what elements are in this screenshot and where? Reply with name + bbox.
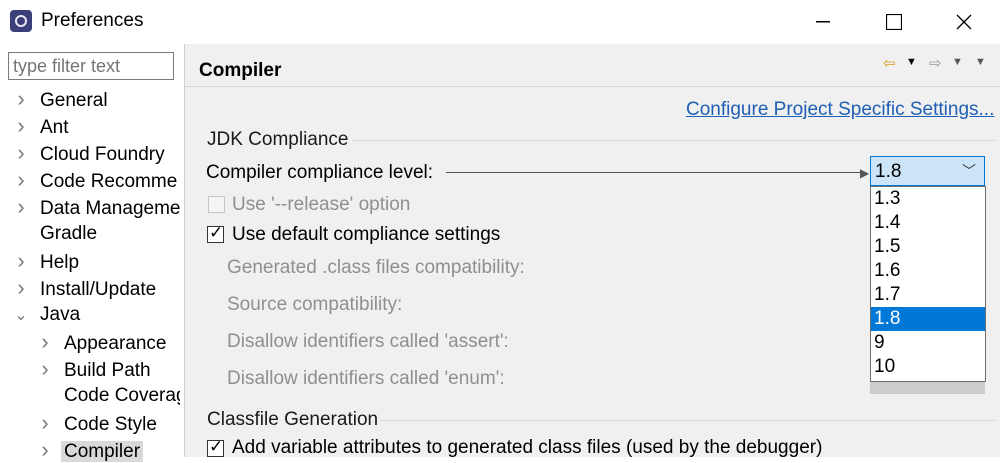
maximize-icon xyxy=(886,14,902,30)
tree-item-ant[interactable]: › Ant xyxy=(12,112,180,139)
tree-item-label: Help xyxy=(40,252,80,273)
source-compat-label: Source compatibility: xyxy=(227,294,403,315)
tree-item-data-manageme[interactable]: › Data Manageme xyxy=(12,193,180,220)
dropdown-option[interactable]: 10 xyxy=(871,355,985,379)
tree-item-label: Code Coverag xyxy=(64,385,180,406)
view-menu-icon[interactable]: ▼ xyxy=(975,56,986,68)
tree-item-code-coverag[interactable]: Code Coverag xyxy=(12,382,180,409)
tree-item-install-update[interactable]: › Install/Update xyxy=(12,274,180,301)
chevron-right-icon[interactable]: › xyxy=(12,166,30,193)
use-default-compliance-checkbox[interactable] xyxy=(207,223,224,243)
tree-item-java[interactable]: ⌄ Java xyxy=(12,301,180,328)
chevron-right-icon[interactable]: › xyxy=(12,139,30,166)
chevron-down-icon[interactable]: ⌄ xyxy=(12,302,30,328)
configure-project-link[interactable]: Configure Project Specific Settings... xyxy=(686,99,994,121)
leader-arrowhead-icon: ▶ xyxy=(860,166,870,180)
dropdown-option[interactable]: 1.4 xyxy=(871,211,985,235)
classfile-generation-group-label: Classfile Generation xyxy=(207,409,379,430)
minimize-icon xyxy=(816,21,830,23)
dropdown-option[interactable]: 1.6 xyxy=(871,259,985,283)
add-variable-attributes-checkbox[interactable] xyxy=(207,437,224,457)
tree-item-label: Data Manageme xyxy=(40,198,180,219)
close-button[interactable] xyxy=(941,4,987,40)
back-arrow-icon[interactable]: ⇦ xyxy=(883,54,896,72)
minimize-button[interactable] xyxy=(800,4,846,40)
tree-item-label: General xyxy=(40,90,108,111)
chevron-right-icon[interactable]: › xyxy=(12,193,30,220)
tree-item-label: Cloud Foundry xyxy=(40,144,165,165)
chevron-right-icon[interactable]: › xyxy=(36,328,54,355)
dropdown-option[interactable]: 1.5 xyxy=(871,235,985,259)
chevron-right-icon[interactable]: › xyxy=(12,274,30,301)
chevron-right-icon[interactable]: › xyxy=(36,355,54,382)
chevron-down-icon: ﹀ xyxy=(962,163,976,179)
close-icon xyxy=(956,14,972,30)
compliance-level-select[interactable]: 1.8 ﹀ xyxy=(870,156,985,186)
tree-item-label: Code Style xyxy=(64,414,157,435)
dropdown-option[interactable]: 9 xyxy=(871,331,985,355)
tree-item-label: Appearance xyxy=(64,333,167,354)
chevron-right-icon[interactable]: › xyxy=(36,436,54,463)
back-menu-chevron-icon[interactable]: ▼ xyxy=(906,56,917,68)
tree-item-code-style[interactable]: › Code Style xyxy=(12,409,180,436)
tree-item-label: Java xyxy=(40,304,81,325)
disallow-assert-label: Disallow identifiers called 'assert': xyxy=(227,331,509,352)
disallow-enum-label: Disallow identifiers called 'enum': xyxy=(227,368,505,389)
disallow-enum-select xyxy=(870,382,985,394)
group-separator xyxy=(352,140,995,141)
tree-item-label: Gradle xyxy=(40,223,98,244)
add-variable-attributes-label: Add variable attributes to generated cla… xyxy=(232,437,823,458)
dropdown-option[interactable]: 1.7 xyxy=(871,283,985,307)
tree-item-help[interactable]: › Help xyxy=(12,247,180,274)
tree-item-general[interactable]: › General xyxy=(12,85,180,112)
tree-item-label: Code Recomme xyxy=(40,171,178,192)
filter-input[interactable] xyxy=(8,52,174,80)
eclipse-app-icon xyxy=(10,10,32,32)
compliance-level-dropdown[interactable]: 1.3 1.4 1.5 1.6 1.7 1.8 9 10 xyxy=(870,186,986,382)
generated-class-compat-label: Generated .class files compatibility: xyxy=(227,257,525,278)
group-separator xyxy=(380,420,995,421)
forward-menu-chevron-icon[interactable]: ▼ xyxy=(952,56,963,68)
dropdown-option[interactable]: 1.8 xyxy=(871,307,985,331)
jdk-compliance-group-label: JDK Compliance xyxy=(207,129,349,150)
tree-item-cloud-foundry[interactable]: › Cloud Foundry xyxy=(12,139,180,166)
tree-item-label: Ant xyxy=(40,117,69,138)
release-option-checkbox[interactable] xyxy=(208,196,225,213)
tree-item-compiler[interactable]: › Compiler xyxy=(12,436,180,463)
window-title: Preferences xyxy=(41,10,144,31)
page-header xyxy=(185,44,1000,87)
compliance-level-label: Compiler compliance level: xyxy=(206,162,434,183)
tree-item-label: Build Path xyxy=(64,360,151,381)
chevron-right-icon[interactable]: › xyxy=(12,247,30,274)
tree-item-label: Install/Update xyxy=(40,279,157,300)
tree-item-label: Compiler xyxy=(61,441,144,462)
preferences-tree: › General › Ant › Cloud Foundry › Code Recomme ›… xyxy=(12,85,180,463)
tree-item-gradle[interactable]: Gradle xyxy=(12,220,180,247)
tree-item-appearance[interactable]: › Appearance xyxy=(12,328,180,355)
tree-item-build-path[interactable]: › Build Path xyxy=(12,355,180,382)
chevron-right-icon[interactable]: › xyxy=(12,112,30,139)
chevron-right-icon[interactable]: › xyxy=(36,409,54,436)
use-default-compliance-label: Use default compliance settings xyxy=(232,224,501,245)
maximize-button[interactable] xyxy=(871,4,917,40)
title-bar xyxy=(0,0,1000,44)
dropdown-option[interactable]: 1.3 xyxy=(871,187,985,211)
release-option-label: Use '--release' option xyxy=(232,194,411,215)
forward-arrow-icon[interactable]: ⇨ xyxy=(929,54,942,72)
compliance-level-value: 1.8 xyxy=(875,161,902,182)
tree-item-code-recomme[interactable]: › Code Recomme xyxy=(12,166,180,193)
chevron-right-icon[interactable]: › xyxy=(12,85,30,112)
page-title: Compiler xyxy=(199,60,282,81)
compliance-leader-line xyxy=(446,172,864,173)
